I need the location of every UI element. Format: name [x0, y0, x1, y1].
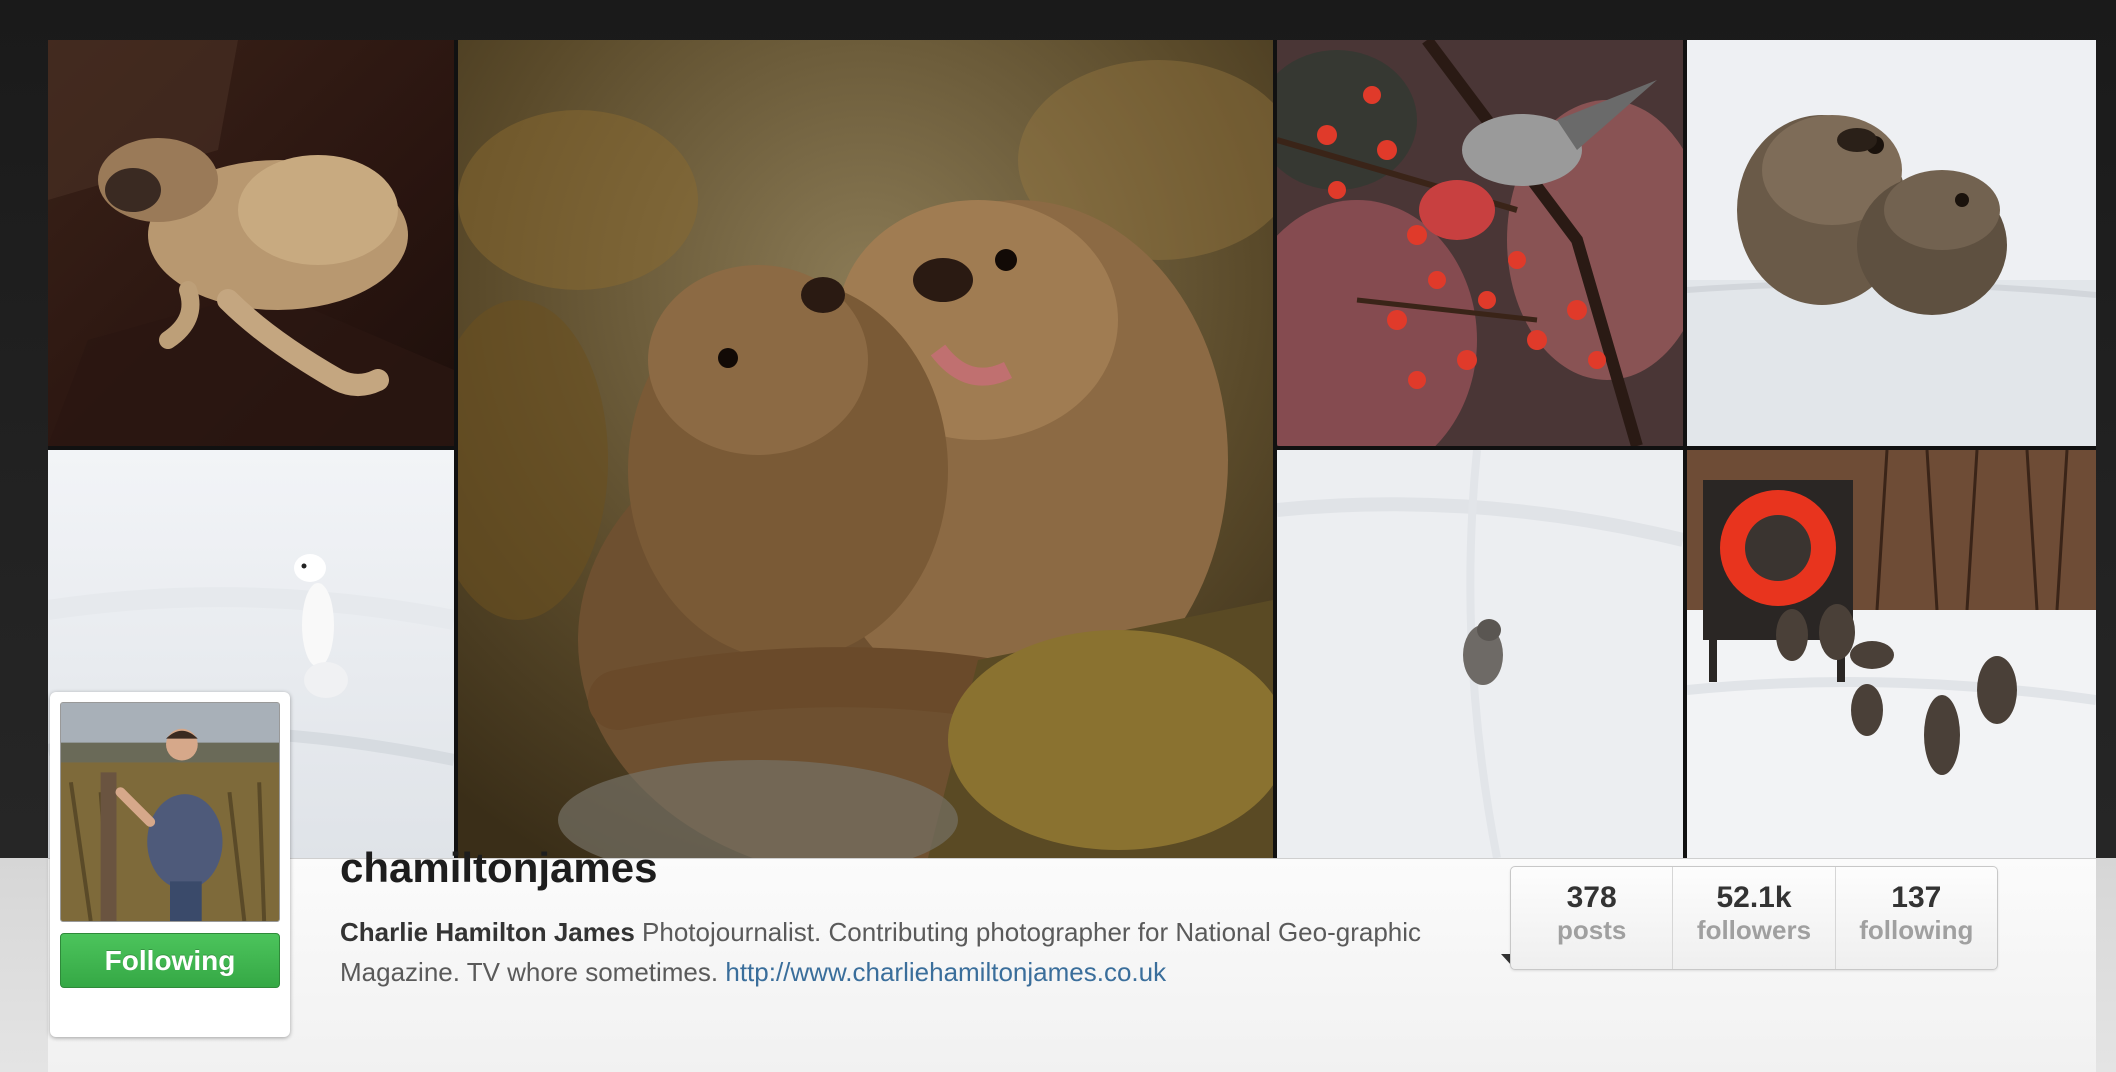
stat-following-count: 137: [1891, 881, 1942, 914]
otters-lifebuoy-photo: [1687, 450, 2096, 858]
stat-following[interactable]: 137 following: [1834, 867, 1997, 969]
avatar[interactable]: [60, 702, 280, 922]
profile-stats: 378 posts 52.1k followers 137 following: [1510, 866, 1998, 970]
profile-username: chamiltonjames: [340, 844, 658, 891]
following-button[interactable]: Following: [60, 933, 280, 988]
otter-slope-photo: [1277, 450, 1683, 858]
profile-bio: Charlie Hamilton James Photojournalist. …: [340, 912, 1470, 992]
otters-in-snow-photo: [1687, 40, 2096, 446]
stat-followers[interactable]: 52.1k followers: [1672, 867, 1834, 969]
bird-berries-photo: [1277, 40, 1683, 446]
profile-avatar-card: Following: [50, 692, 290, 1037]
profile-full-name: Charlie Hamilton James: [340, 917, 635, 947]
avatar-photo: [61, 703, 279, 921]
stat-followers-label: followers: [1696, 915, 1812, 945]
stat-posts[interactable]: 378 posts: [1511, 867, 1672, 969]
otters-hugging-photo: [458, 40, 1273, 858]
photo-tile-otters-snow[interactable]: [1687, 40, 2096, 446]
dog-photo: [48, 40, 454, 446]
stat-followers-count: 52.1k: [1716, 881, 1792, 914]
profile-website-link[interactable]: http://www.charliehamiltonjames.co.uk: [725, 957, 1166, 987]
photo-tile-dog[interactable]: [48, 40, 454, 446]
photo-collage: [48, 40, 2096, 858]
photo-tile-otters-hug[interactable]: [458, 40, 1273, 858]
stat-following-label: following: [1859, 915, 1974, 945]
photo-tile-otters-lifebuoy[interactable]: [1687, 450, 2096, 858]
photo-tile-otter-slope[interactable]: [1277, 450, 1683, 858]
stat-posts-label: posts: [1556, 915, 1627, 945]
stat-posts-count: 378: [1566, 881, 1617, 914]
photo-tile-bird[interactable]: [1277, 40, 1683, 446]
